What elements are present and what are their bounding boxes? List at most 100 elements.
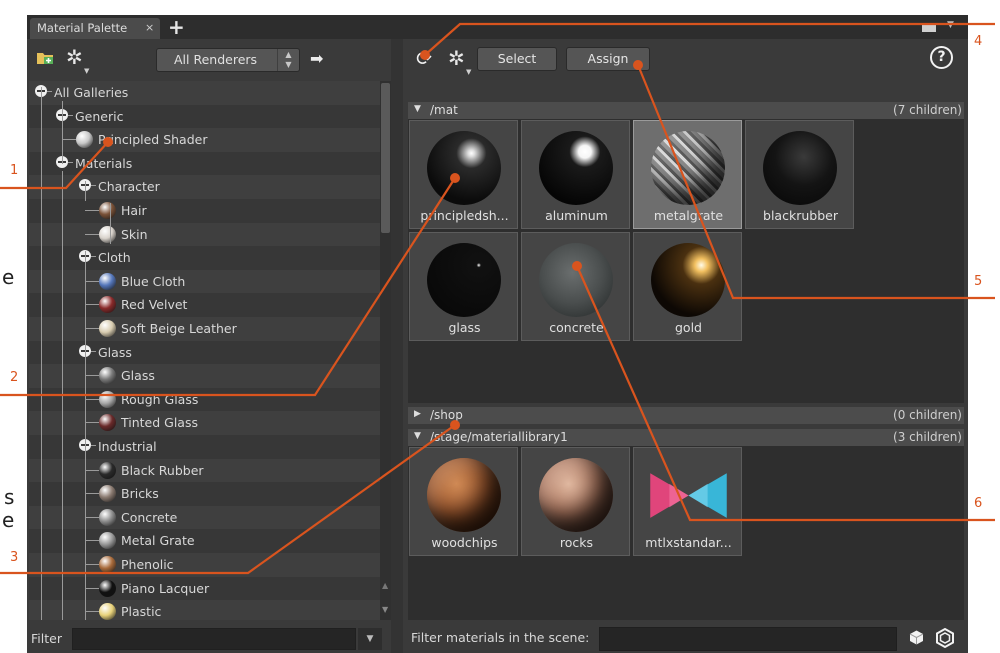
tree-connector [85, 375, 99, 377]
tree-label: Blue Cloth [121, 273, 186, 289]
collapsed-triangle-icon[interactable]: ▶ [414, 409, 421, 419]
section-header[interactable]: ▼ /mat (7 children) [408, 102, 964, 119]
section-header[interactable]: ▶ /shop (0 children) [408, 407, 964, 424]
tree-connector [91, 256, 96, 258]
callout-number-5: 5 [974, 274, 983, 289]
tree-item[interactable]: Black Rubber [29, 459, 380, 483]
material-tile[interactable]: gold [633, 232, 742, 341]
tree-connector [85, 328, 99, 329]
renderer-spin-icon[interactable]: ▲ ▼ [277, 49, 299, 71]
tree-item[interactable]: Principled Shader [29, 128, 380, 152]
tab-material-palette[interactable]: Material Palette × [30, 18, 160, 39]
tree-connector [85, 587, 99, 589]
material-grid: principledsh... aluminum metalgrate blackru… [408, 119, 964, 403]
material-swatch-icon [76, 131, 93, 149]
gear-icon[interactable]: ✲ [448, 48, 465, 68]
section-header[interactable]: ▼ /stage/materiallibrary1 (3 children) [408, 429, 964, 446]
material-tile[interactable]: metalgrate [633, 120, 742, 229]
tree-connector [68, 161, 73, 163]
gallery-filter-input[interactable] [72, 628, 356, 650]
material-swatch-icon [99, 532, 116, 550]
material-name: blackrubber [763, 208, 838, 223]
tree-item[interactable]: Phenolic [29, 553, 380, 577]
add-tab-icon[interactable]: + [168, 15, 185, 39]
pane-menu-arrow-icon[interactable]: ▼ [947, 20, 954, 30]
material-tile[interactable]: mtlxstandar... [633, 447, 742, 556]
tree-item[interactable]: Tinted Glass [29, 411, 380, 435]
material-name: concrete [549, 320, 604, 335]
tree-item[interactable]: Bricks [29, 482, 380, 506]
callout-number-1: 1 [10, 163, 19, 178]
tree-label: Soft Beige Leather [121, 321, 237, 336]
cube-icon[interactable] [909, 630, 924, 645]
tree-item[interactable]: Skin [29, 223, 380, 247]
arrow-right-icon[interactable]: ➡ [310, 49, 323, 68]
gallery-scrollbar[interactable]: ▲ ▼ [380, 81, 391, 620]
material-tile[interactable]: rocks [521, 447, 630, 556]
scene-filter-input[interactable] [599, 627, 897, 651]
tree-folder[interactable]: Generic [29, 104, 380, 129]
tree-connector [85, 564, 99, 565]
tree-connector [68, 114, 73, 116]
chevron-down-icon: ▼ [84, 67, 90, 75]
material-tile[interactable]: concrete [521, 232, 630, 341]
tree-item[interactable]: Blue Cloth [29, 270, 380, 294]
tree-label: Phenolic [121, 557, 174, 572]
clipped-page-text: e [2, 508, 15, 532]
select-button[interactable]: Select [477, 47, 557, 71]
tree-folder[interactable]: Character [29, 175, 380, 199]
renderer-dropdown[interactable]: All Renderers ▲ ▼ [156, 48, 300, 72]
material-swatch-icon [99, 461, 116, 479]
tree-label: Principled Shader [98, 132, 208, 148]
scrollbar-thumb[interactable] [381, 83, 390, 233]
material-swatch-icon [99, 272, 116, 290]
tab-close-icon[interactable]: × [145, 21, 154, 34]
tree-item[interactable]: Rough Glass [29, 387, 380, 412]
filter-dropdown-icon[interactable]: ▼ [358, 628, 382, 650]
material-tile[interactable]: woodchips [409, 447, 518, 556]
material-swatch-icon [99, 414, 116, 432]
scroll-up-icon[interactable]: ▲ [382, 581, 388, 590]
material-swatch-icon [99, 390, 116, 408]
material-preview-sphere [539, 458, 613, 532]
tree-folder[interactable]: All Galleries [29, 81, 380, 105]
material-swatch-icon [99, 603, 116, 620]
tree-folder[interactable]: Industrial [29, 435, 380, 459]
material-tile[interactable]: aluminum [521, 120, 630, 229]
help-icon[interactable]: ? [930, 46, 953, 69]
material-preview-sphere [539, 131, 613, 205]
tree-item[interactable]: Red Velvet [29, 293, 380, 317]
tree-connector [85, 398, 99, 400]
add-gallery-folder-icon[interactable] [37, 51, 53, 64]
pane-menu-icon[interactable] [922, 23, 936, 32]
hexagon-icon[interactable] [935, 628, 955, 648]
tree-folder[interactable]: Cloth [29, 246, 380, 270]
pane-splitter[interactable] [391, 39, 403, 653]
tree-folder[interactable]: Glass [29, 340, 380, 365]
tree-folder[interactable]: Materials [29, 151, 380, 176]
tree-item[interactable]: Concrete [29, 506, 380, 530]
tree-item[interactable]: Hair [29, 199, 380, 223]
material-swatch-icon [99, 296, 116, 314]
tree-item[interactable]: Soft Beige Leather [29, 317, 380, 341]
assign-button[interactable]: Assign [566, 47, 650, 71]
gear-icon[interactable]: ✲ [66, 47, 83, 67]
tree-item[interactable]: Piano Lacquer [29, 576, 380, 601]
section-child-count: (7 children) [893, 103, 962, 117]
material-tile[interactable]: principledsh... [409, 120, 518, 229]
refresh-icon[interactable]: ⟳ [416, 48, 432, 70]
clipped-page-text: s [4, 485, 15, 509]
renderer-dropdown-value: All Renderers [174, 52, 258, 67]
material-tile[interactable]: blackrubber [745, 120, 854, 229]
material-tile[interactable]: glass [409, 232, 518, 341]
expanded-triangle-icon[interactable]: ▼ [414, 104, 421, 114]
tree-item[interactable]: Plastic [29, 600, 380, 620]
tree-item[interactable]: Glass [29, 364, 380, 388]
tree-connector [85, 469, 99, 471]
expanded-triangle-icon[interactable]: ▼ [414, 431, 421, 441]
material-swatch-icon [99, 508, 116, 526]
material-name: gold [675, 320, 702, 335]
material-swatch-icon [99, 579, 116, 597]
scroll-down-icon[interactable]: ▼ [382, 605, 388, 614]
tree-item[interactable]: Metal Grate [29, 529, 380, 553]
